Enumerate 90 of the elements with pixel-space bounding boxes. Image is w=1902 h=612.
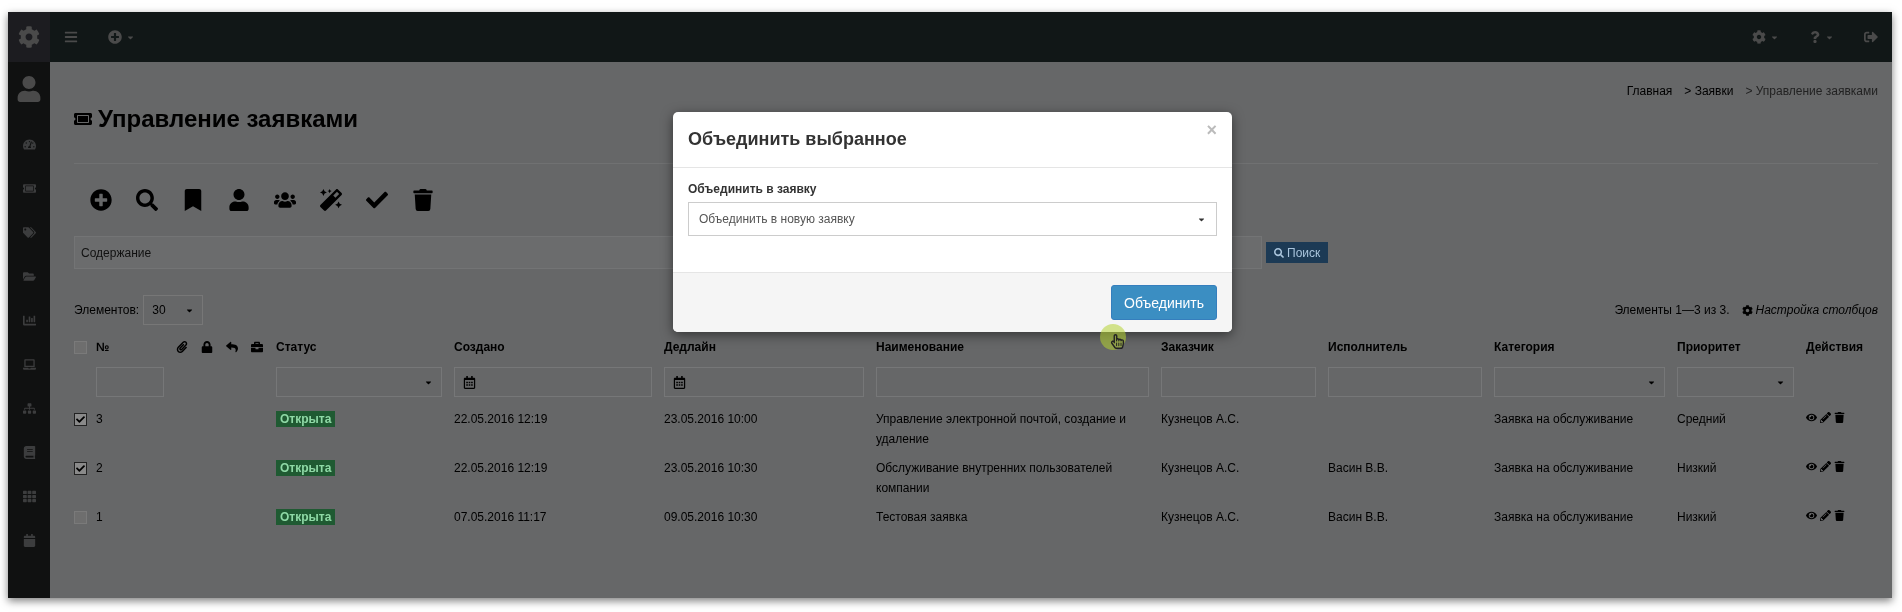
column-header[interactable]: Действия: [1806, 337, 1866, 357]
column-header[interactable]: Заказчик: [1161, 337, 1328, 357]
breadcrumb-link[interactable]: > Управление заявками: [1745, 84, 1878, 98]
breadcrumb-link[interactable]: > Заявки: [1684, 84, 1734, 98]
trash-icon[interactable]: [1834, 412, 1845, 423]
date-filter-field[interactable]: [664, 367, 864, 397]
table-cell-text: 2: [96, 460, 104, 477]
status-badge: Открыта: [276, 509, 336, 525]
column-header[interactable]: Наименование: [876, 337, 1161, 357]
table-cell-text: Заявка на обслуживание: [1494, 460, 1635, 477]
search-icon: [1274, 247, 1284, 258]
table-cell-text: Заявка на обслуживание: [1494, 411, 1635, 428]
page-size-label: Элементов:: [74, 303, 140, 317]
checkbox[interactable]: [74, 462, 87, 475]
trash-icon[interactable]: [411, 189, 435, 211]
column-header[interactable]: Исполнитель: [1328, 337, 1494, 357]
ticket-icon: [74, 110, 92, 128]
status-badge: Открыта: [276, 460, 336, 476]
filter-select[interactable]: [1677, 367, 1794, 397]
merge-target-select[interactable]: Объединить в новую заявку: [688, 202, 1217, 236]
calendar-icon: [463, 375, 476, 389]
column-header[interactable]: Приоритет: [1677, 337, 1806, 357]
page-title: Управление заявками: [98, 105, 359, 133]
add-dropdown[interactable]: [108, 30, 135, 44]
paperclip-icon: [176, 341, 188, 353]
table-cell-text: Кузнецов А.С.: [1161, 509, 1241, 526]
add-icon[interactable]: [89, 189, 113, 211]
table-cell-text: Заявка на обслуживание: [1494, 509, 1635, 526]
dialog-title: Объединить выбранное: [688, 129, 907, 150]
calendar-icon: [673, 375, 686, 389]
table-cell-text: 1: [96, 509, 104, 526]
status-badge: Открыта: [276, 411, 336, 427]
gear-logo-icon[interactable]: [8, 12, 50, 62]
items-summary: Элементы 1—3 из 3.: [1614, 303, 1730, 317]
logout-icon[interactable]: [1864, 30, 1878, 44]
lock-icon: [201, 341, 213, 353]
table-cell-text: Обслуживание внутренних пользователей компании: [876, 460, 1114, 497]
menu-icon[interactable]: [64, 30, 78, 44]
view-icon[interactable]: [1806, 510, 1817, 521]
filter-select[interactable]: [276, 367, 442, 397]
column-header[interactable]: №: [96, 337, 176, 357]
filter-select[interactable]: [1494, 367, 1665, 397]
table-cell-text: Васин В.В.: [1328, 509, 1390, 526]
reply-icon: [226, 341, 238, 353]
table-cell-text: 07.05.2016 11:17: [454, 509, 548, 526]
search-button[interactable]: Поиск: [1266, 242, 1329, 263]
gear-icon: [1741, 304, 1753, 316]
briefcase-icon: [251, 341, 263, 353]
avatar-icon[interactable]: [16, 76, 42, 102]
settings-dropdown[interactable]: [1752, 30, 1779, 44]
edit-icon[interactable]: [1820, 510, 1831, 521]
column-settings-link[interactable]: Настройка столбцов: [1741, 303, 1878, 317]
column-header[interactable]: Создано: [454, 337, 664, 357]
users-icon[interactable]: [273, 189, 297, 211]
table-cell-text: 23.05.2016 10:30: [664, 460, 759, 477]
merge-button[interactable]: Объединить: [1111, 285, 1217, 320]
table-cell-text: Кузнецов А.С.: [1161, 460, 1241, 477]
magic-wand-icon[interactable]: [319, 189, 343, 211]
table-cell-text: 09.05.2016 10:30: [664, 509, 759, 526]
table-cell-text: Средний: [1677, 411, 1727, 428]
breadcrumb-link[interactable]: Главная: [1626, 84, 1673, 98]
checkbox[interactable]: [74, 413, 87, 426]
field-label: Объединить в заявку: [688, 182, 818, 196]
table-cell-text: Низкий: [1677, 509, 1718, 526]
date-filter-field[interactable]: [454, 367, 652, 397]
user-icon[interactable]: [227, 189, 251, 211]
trash-icon[interactable]: [1834, 510, 1845, 521]
table-cell-text: Управление электронной почтой, создание и удаление: [876, 411, 1127, 448]
edit-icon[interactable]: [1820, 412, 1831, 423]
column-header[interactable]: Категория: [1494, 337, 1677, 357]
table-cell-text: 3: [96, 411, 104, 428]
table-cell-text: 22.05.2016 12:19: [454, 411, 549, 428]
check-icon[interactable]: [365, 189, 389, 211]
close-button[interactable]: ×: [1206, 120, 1217, 141]
edit-icon[interactable]: [1820, 461, 1831, 472]
table-cell-text: Васин В.В.: [1328, 460, 1390, 477]
table-cell-text: 22.05.2016 12:19: [454, 460, 549, 477]
pointer-cursor-icon: [1100, 324, 1126, 350]
table-cell-text: Низкий: [1677, 460, 1718, 477]
trash-icon[interactable]: [1834, 461, 1845, 472]
table-cell-text: Кузнецов А.С.: [1161, 411, 1241, 428]
column-header[interactable]: Дедлайн: [664, 337, 876, 357]
table-cell-text: 23.05.2016 10:00: [664, 411, 759, 428]
view-icon[interactable]: [1806, 461, 1817, 472]
search-icon[interactable]: [135, 189, 159, 211]
table-cell-text: Тестовая заявка: [876, 509, 969, 526]
view-icon[interactable]: [1806, 412, 1817, 423]
column-header[interactable]: Статус: [276, 337, 454, 357]
help-dropdown[interactable]: [1809, 31, 1834, 43]
page-size-select[interactable]: 30: [143, 295, 204, 325]
